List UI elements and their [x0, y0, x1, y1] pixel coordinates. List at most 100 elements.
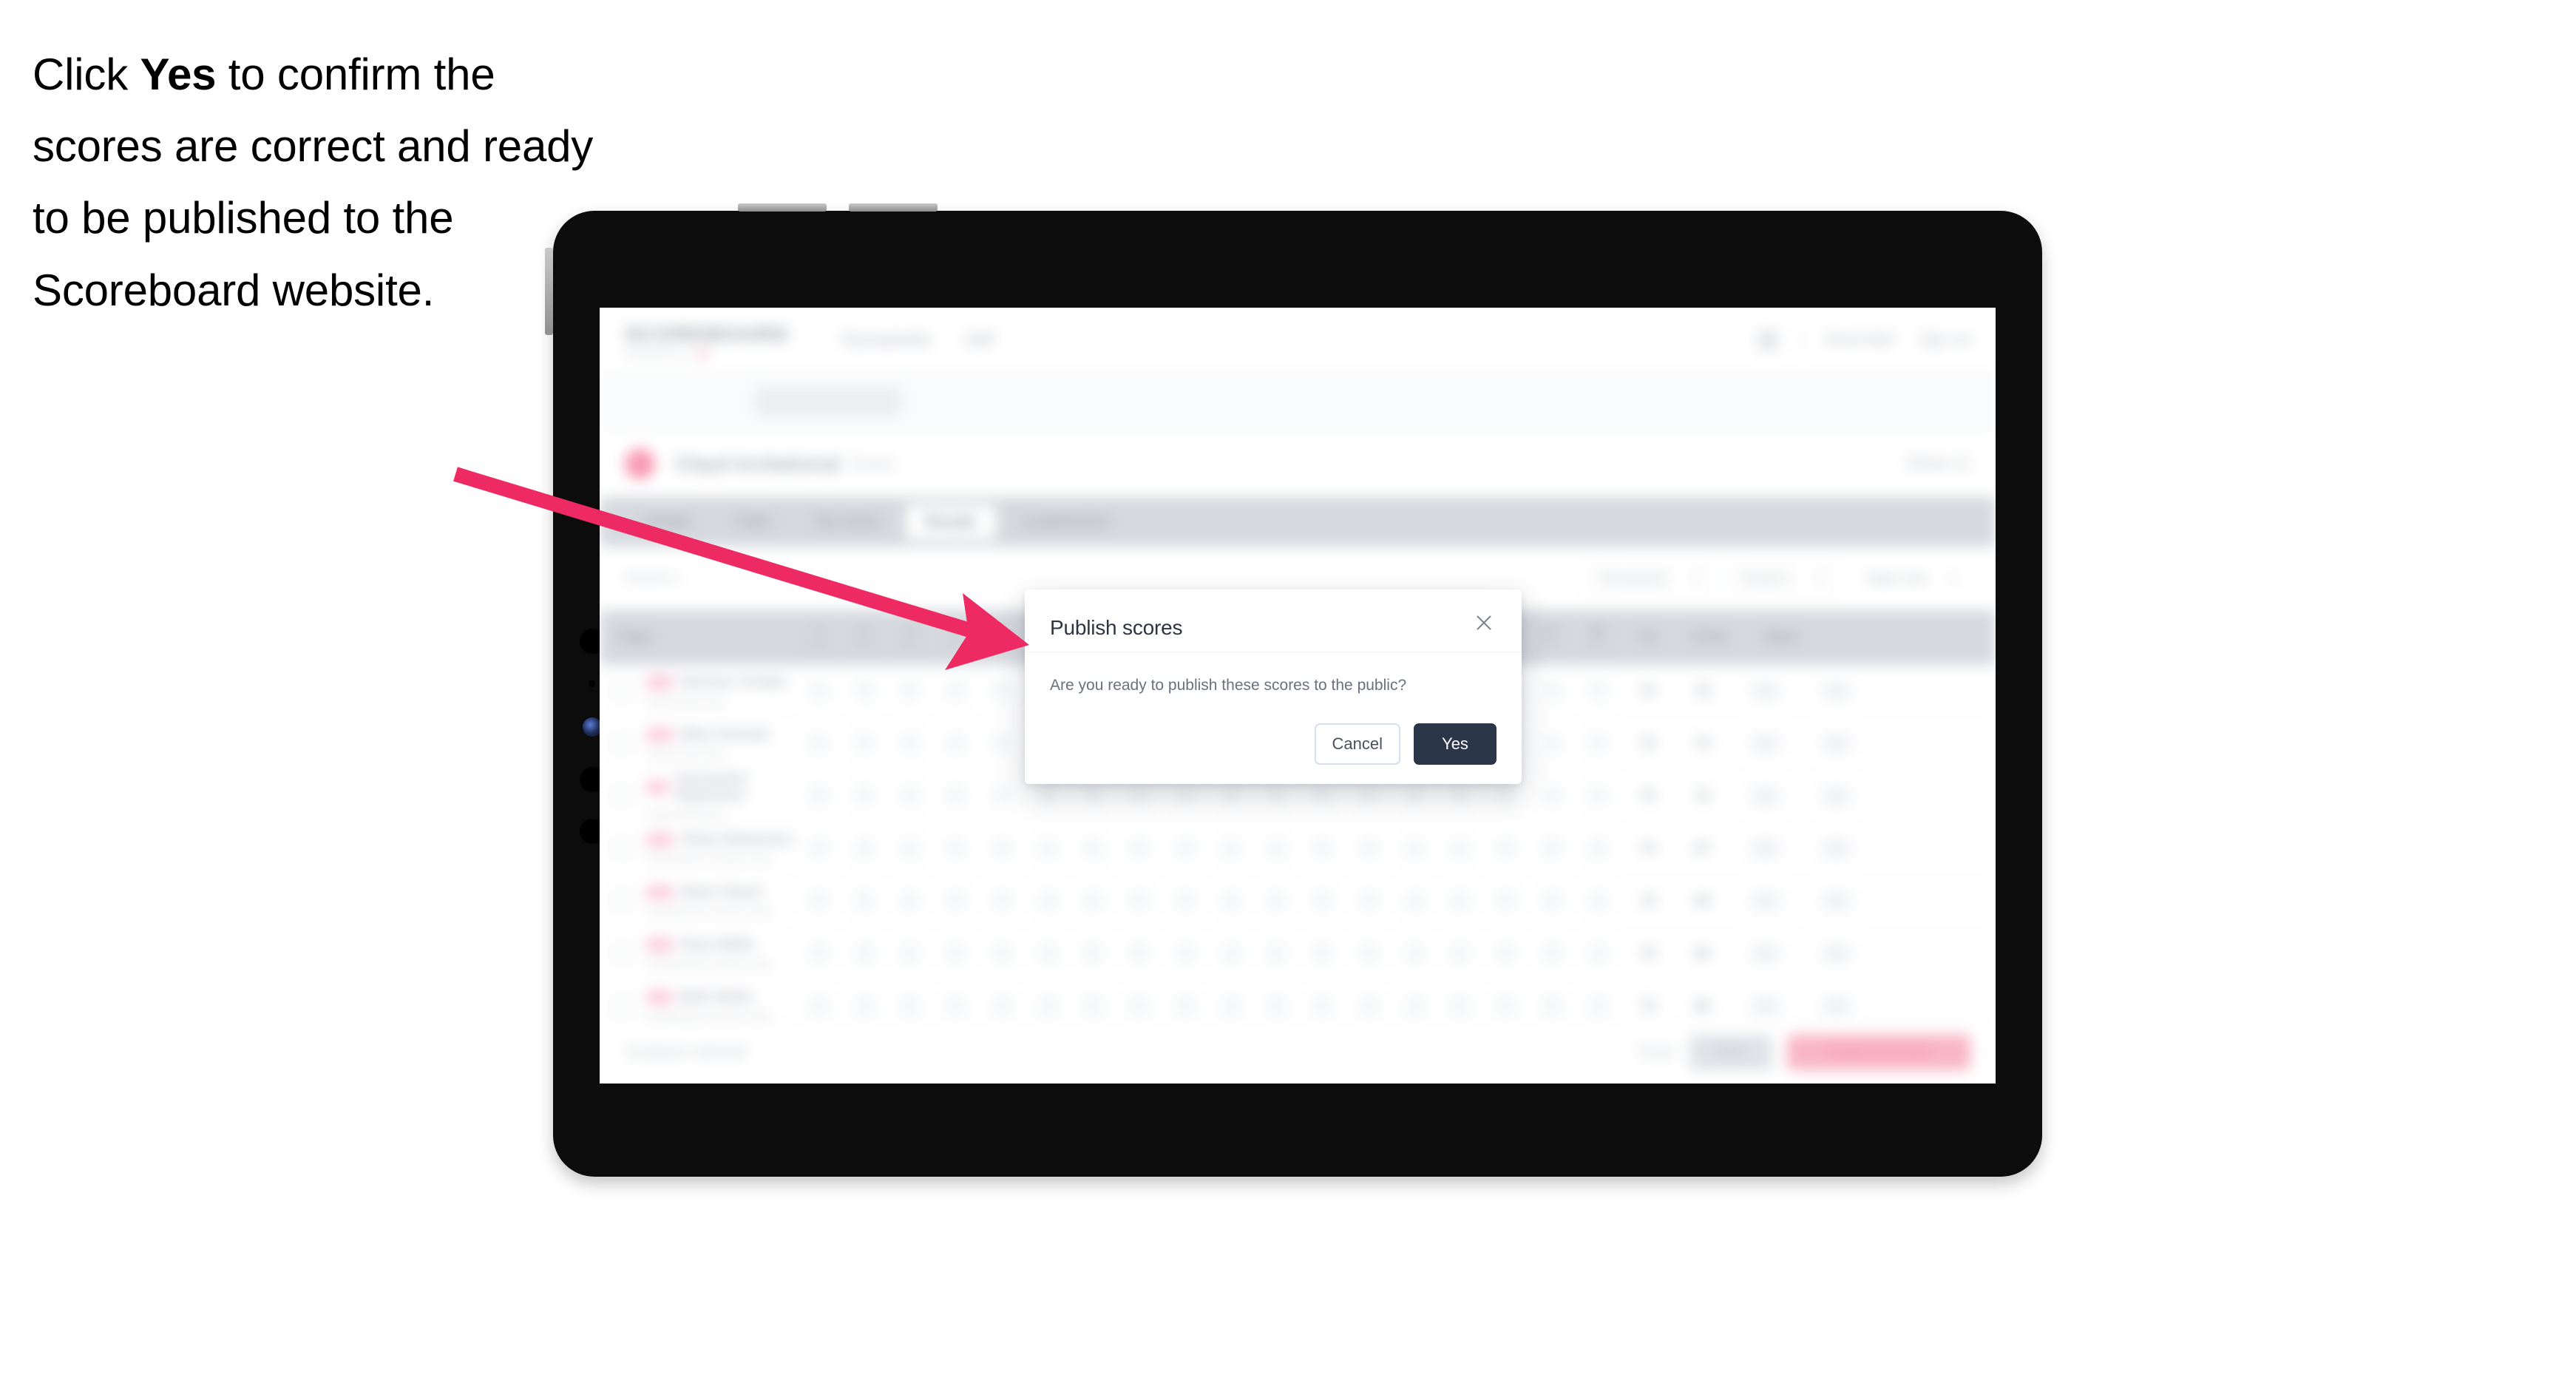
score-cell[interactable]: 4: [1116, 875, 1162, 927]
tab-tee-times[interactable]: Tee times: [795, 505, 900, 539]
score-cell[interactable]: 4: [979, 665, 1025, 717]
score-cell[interactable]: 4: [1208, 875, 1254, 927]
score-cell[interactable]: 5: [841, 770, 887, 822]
score-cell[interactable]: 4: [933, 875, 979, 927]
score-cell[interactable]: 5: [1529, 822, 1575, 874]
score-cell[interactable]: 5: [841, 875, 887, 927]
help-link[interactable]: Need help?: [1825, 332, 1897, 348]
column-header[interactable]: Points: [1675, 610, 1746, 665]
publish-all-scores-button[interactable]: Publish all scores: [1787, 1034, 1970, 1070]
score-cell[interactable]: 4: [979, 770, 1025, 822]
volume-down-button[interactable]: [849, 203, 938, 212]
score-cell[interactable]: 5: [1300, 875, 1346, 927]
score-cell[interactable]: 4: [979, 927, 1025, 979]
cancel-button[interactable]: Cancel: [1314, 723, 1400, 765]
column-header[interactable]: 2 Par 5: [841, 610, 887, 665]
score-cell[interactable]: 5: [1300, 927, 1346, 979]
score-cell[interactable]: 4: [979, 875, 1025, 927]
brand-logo[interactable]: SCOREBOARD POWERED BY: [625, 322, 789, 359]
nav-item-tournaments[interactable]: Tournaments: [841, 331, 930, 349]
player-cell[interactable]: Chloe Robertson Southwood Country Club: [644, 822, 796, 874]
score-cell[interactable]: 4: [1392, 927, 1437, 979]
table-row[interactable]: Kiara Wells Southwood Country Club 5 5 3 4 4 3 5…: [600, 927, 1996, 980]
score-cell[interactable]: 4: [1575, 665, 1621, 717]
score-cell[interactable]: 4: [1575, 875, 1621, 927]
view-filter[interactable]: Table view: [1852, 561, 1970, 595]
score-cell[interactable]: 4: [1162, 875, 1208, 927]
score-cell[interactable]: 3: [887, 665, 933, 717]
score-cell[interactable]: 4: [1116, 822, 1162, 874]
score-cell[interactable]: 4: [796, 717, 841, 769]
score-cell[interactable]: 5: [796, 770, 841, 822]
score-cell[interactable]: 5: [1071, 927, 1116, 979]
score-cell[interactable]: 5: [841, 665, 887, 717]
column-header[interactable]: 17 Par 5: [1529, 610, 1575, 665]
column-header[interactable]: 3 Par 3: [887, 610, 933, 665]
score-cell[interactable]: 4: [933, 770, 979, 822]
breadcrumb-active[interactable]: [754, 387, 902, 416]
score-cell[interactable]: 5: [1071, 822, 1116, 874]
player-cell[interactable]: Ellen Pascale Clayd Golf Club: [644, 717, 796, 769]
score-cell[interactable]: 4: [796, 875, 841, 927]
score-cell[interactable]: 4: [1346, 822, 1392, 874]
score-cell[interactable]: 4: [1483, 927, 1529, 979]
score-cell[interactable]: 3: [1437, 927, 1483, 979]
score-cell[interactable]: 4: [1575, 770, 1621, 822]
score-cell[interactable]: 5: [796, 927, 841, 979]
score-cell[interactable]: 4: [1208, 927, 1254, 979]
tab-results[interactable]: Results: [905, 504, 996, 539]
score-cell[interactable]: 4: [841, 717, 887, 769]
save-button[interactable]: Save: [1689, 1034, 1772, 1070]
score-cell[interactable]: 4: [979, 822, 1025, 874]
score-cell[interactable]: 5: [1529, 927, 1575, 979]
round-filter[interactable]: Round 1: [1728, 561, 1839, 595]
score-cell[interactable]: 5: [1300, 822, 1346, 874]
column-header[interactable]: Player: [600, 610, 796, 665]
score-cell[interactable]: 5: [1529, 717, 1575, 769]
row-checkbox[interactable]: [600, 822, 644, 874]
player-cell[interactable]: Diane Stuart Southwood Country Club: [644, 875, 796, 927]
row-checkbox[interactable]: [600, 875, 644, 927]
player-cell[interactable]: Kiara Wells Southwood Country Club: [644, 927, 796, 979]
column-header[interactable]: 1 Par 4: [796, 610, 841, 665]
column-header[interactable]: 18 Par 4: [1575, 610, 1621, 665]
score-cell[interactable]: 3: [887, 927, 933, 979]
row-checkbox[interactable]: [600, 665, 644, 717]
score-cell[interactable]: 4: [1392, 875, 1437, 927]
score-cell[interactable]: 3: [887, 717, 933, 769]
score-cell[interactable]: 4: [1392, 822, 1437, 874]
table-row[interactable]: Chloe Robertson Southwood Country Club 4 5 3…: [600, 822, 1996, 875]
power-button[interactable]: [545, 248, 553, 335]
score-cell[interactable]: 4: [1346, 875, 1392, 927]
score-cell[interactable]: 4: [1162, 927, 1208, 979]
score-cell[interactable]: 5: [1071, 875, 1116, 927]
row-checkbox[interactable]: [600, 770, 644, 822]
score-cell[interactable]: 5: [979, 717, 1025, 769]
row-checkbox[interactable]: [600, 927, 644, 979]
score-cell[interactable]: 4: [796, 665, 841, 717]
tab-details[interactable]: Details: [625, 505, 711, 539]
score-cell[interactable]: 5: [841, 927, 887, 979]
score-cell[interactable]: 4: [1575, 717, 1621, 769]
score-cell[interactable]: 5: [1116, 927, 1162, 979]
score-cell[interactable]: 4: [933, 927, 979, 979]
column-header[interactable]: Status: [1746, 610, 1817, 665]
division-filter[interactable]: All divisions: [1585, 561, 1715, 595]
player-cell[interactable]: Sherene Trinder Clayd Golf Club: [644, 665, 796, 717]
score-cell[interactable]: 3: [887, 822, 933, 874]
score-cell[interactable]: 4: [1483, 875, 1529, 927]
bell-icon[interactable]: [1757, 329, 1780, 351]
score-cell[interactable]: 4: [1162, 822, 1208, 874]
column-header[interactable]: 5 Par 4: [979, 610, 1025, 665]
sign-out-link[interactable]: Sign out: [1919, 332, 1970, 348]
table-row[interactable]: Diane Stuart Southwood Country Club 4 5 4 4 4 3…: [600, 875, 1996, 927]
score-cell[interactable]: 3: [1437, 875, 1483, 927]
score-cell[interactable]: 4: [933, 717, 979, 769]
reset-link[interactable]: Reset: [1638, 1044, 1675, 1061]
score-cell[interactable]: 4: [1025, 822, 1071, 874]
score-cell[interactable]: 4: [1483, 822, 1529, 874]
score-cell[interactable]: 3: [1025, 875, 1071, 927]
score-cell[interactable]: 5: [1529, 665, 1575, 717]
yes-button[interactable]: Yes: [1414, 723, 1497, 765]
tab-field[interactable]: Field: [716, 505, 789, 539]
